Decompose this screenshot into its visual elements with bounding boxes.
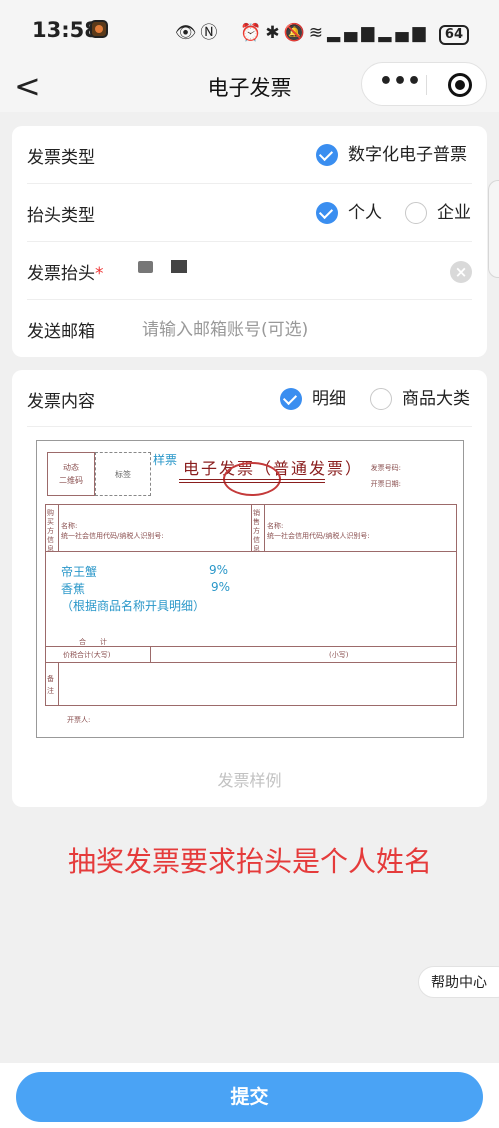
side-drawer-handle[interactable] xyxy=(488,180,499,278)
check-icon xyxy=(316,202,338,224)
header-type-company-label: 企业 xyxy=(437,203,471,223)
nfc-icon: Ⓝ xyxy=(200,23,222,43)
sample-item-name: 帝王蟹 xyxy=(61,565,98,579)
sample-item-note: （根据商品名称开具明细） xyxy=(61,599,206,613)
invoice-header-row[interactable]: 发票抬头* × xyxy=(12,242,487,300)
content-category-label: 商品大类 xyxy=(402,389,470,409)
status-bar: 13:58 👁Ⓝ ⏰✱🔕≋▂▄▆▂▄▆ 64 xyxy=(0,0,499,60)
4g-signal-icon: ▂▄▆ xyxy=(378,23,430,43)
battery-icon: 64 xyxy=(438,25,469,45)
signal-icon: ▂▄▆ xyxy=(327,23,379,43)
status-time: 13:58 xyxy=(32,18,99,42)
alarm-icon: ⏰ xyxy=(240,23,266,43)
invoice-content-row: 发票内容 明细 商品大类 xyxy=(12,370,487,427)
invoice-type-option-label: 数字化电子普票 xyxy=(348,145,467,165)
sample-total-tax: 价税合计(大写) xyxy=(63,651,111,659)
invoice-header-value[interactable] xyxy=(138,256,205,275)
sample-buyer-tax: 统一社会信用代码/纳税人识别号: xyxy=(61,532,164,540)
clear-icon[interactable]: × xyxy=(450,261,472,283)
sample-qr-box: 动态 二维码 xyxy=(47,452,95,496)
bluetooth-icon: ✱ xyxy=(265,23,284,43)
radio-unchecked-icon xyxy=(370,388,392,410)
invoice-type-row: 发票类型 数字化电子普票 xyxy=(12,126,487,184)
help-center-button[interactable]: 帮助中心 xyxy=(418,966,499,998)
submit-button[interactable]: 提交 xyxy=(16,1072,483,1122)
sample-buyer: 购买方信息 xyxy=(47,509,54,553)
nav-bar: < 电子发票 ••• xyxy=(0,60,499,112)
sample-issuer: 开票人: xyxy=(67,716,91,724)
sample-remark-box xyxy=(45,662,457,706)
sample-caption: 发票样例 xyxy=(217,771,282,790)
sample-invoice-no: 发票号码: xyxy=(370,464,401,472)
status-icons: 👁Ⓝ ⏰✱🔕≋▂▄▆▂▄▆ 64 xyxy=(175,18,469,45)
divider xyxy=(27,426,472,427)
sample-item-rate: 9% xyxy=(211,580,231,594)
header-type-row: 抬头类型 个人 企业 xyxy=(12,184,487,242)
sample-seller-tax: 统一社会信用代码/纳税人识别号: xyxy=(267,532,370,540)
invoice-content-label: 发票内容 xyxy=(27,392,95,412)
check-icon xyxy=(280,388,302,410)
radio-unchecked-icon xyxy=(405,202,427,224)
email-row: 发送邮箱 xyxy=(12,300,487,358)
header-type-label: 抬头类型 xyxy=(27,206,95,226)
eye-icon: 👁 xyxy=(174,23,201,43)
sample-seller: 销售方信息 xyxy=(253,509,260,553)
capsule-divider xyxy=(426,75,427,95)
redacted-text xyxy=(171,260,187,273)
sample-buyer-name: 名称: xyxy=(61,522,78,530)
sample-seller-name: 名称: xyxy=(267,522,284,530)
sample-title-line xyxy=(179,479,325,480)
invoice-content-card: 发票内容 明细 商品大类 动态 二维码 标签 样票 电子发票（普通发票） 发票号码… xyxy=(12,370,487,807)
check-icon xyxy=(316,144,338,166)
screen-record-icon xyxy=(90,20,108,38)
redacted-text xyxy=(138,260,153,273)
invoice-form-card: 发票类型 数字化电子普票 抬头类型 个人 企业 发票抬头* × 发送邮箱 xyxy=(12,126,487,357)
header-type-personal-label: 个人 xyxy=(348,203,382,223)
invoice-sample-image: 动态 二维码 标签 样票 电子发票（普通发票） 发票号码: 开票日期: 购买方信息… xyxy=(36,440,464,738)
mini-program-capsule: ••• xyxy=(361,62,487,106)
sample-mark-box: 标签 xyxy=(95,452,151,496)
sample-title-line xyxy=(179,482,325,483)
notice-text: 抽奖发票要求抬头是个人姓名 xyxy=(68,845,433,878)
sample-item-rate: 9% xyxy=(209,563,229,577)
wifi-icon: ≋ xyxy=(308,23,328,43)
close-miniprogram-icon[interactable] xyxy=(448,73,472,97)
sample-issue-date: 开票日期: xyxy=(370,480,401,488)
email-field[interactable] xyxy=(140,314,464,346)
required-mark: * xyxy=(95,264,104,284)
sample-tag: 样票 xyxy=(153,453,178,467)
email-label: 发送邮箱 xyxy=(27,322,95,342)
sample-remark: 备注 xyxy=(47,675,54,695)
invoice-type-label: 发票类型 xyxy=(27,148,95,168)
sample-item-name: 香蕉 xyxy=(61,582,86,596)
invoice-header-label: 发票抬头* xyxy=(27,264,104,284)
sample-small: (小写) xyxy=(329,651,349,659)
content-detail-label: 明细 xyxy=(312,389,346,409)
more-button[interactable]: ••• xyxy=(376,71,424,97)
mute-icon: 🔕 xyxy=(283,23,309,43)
